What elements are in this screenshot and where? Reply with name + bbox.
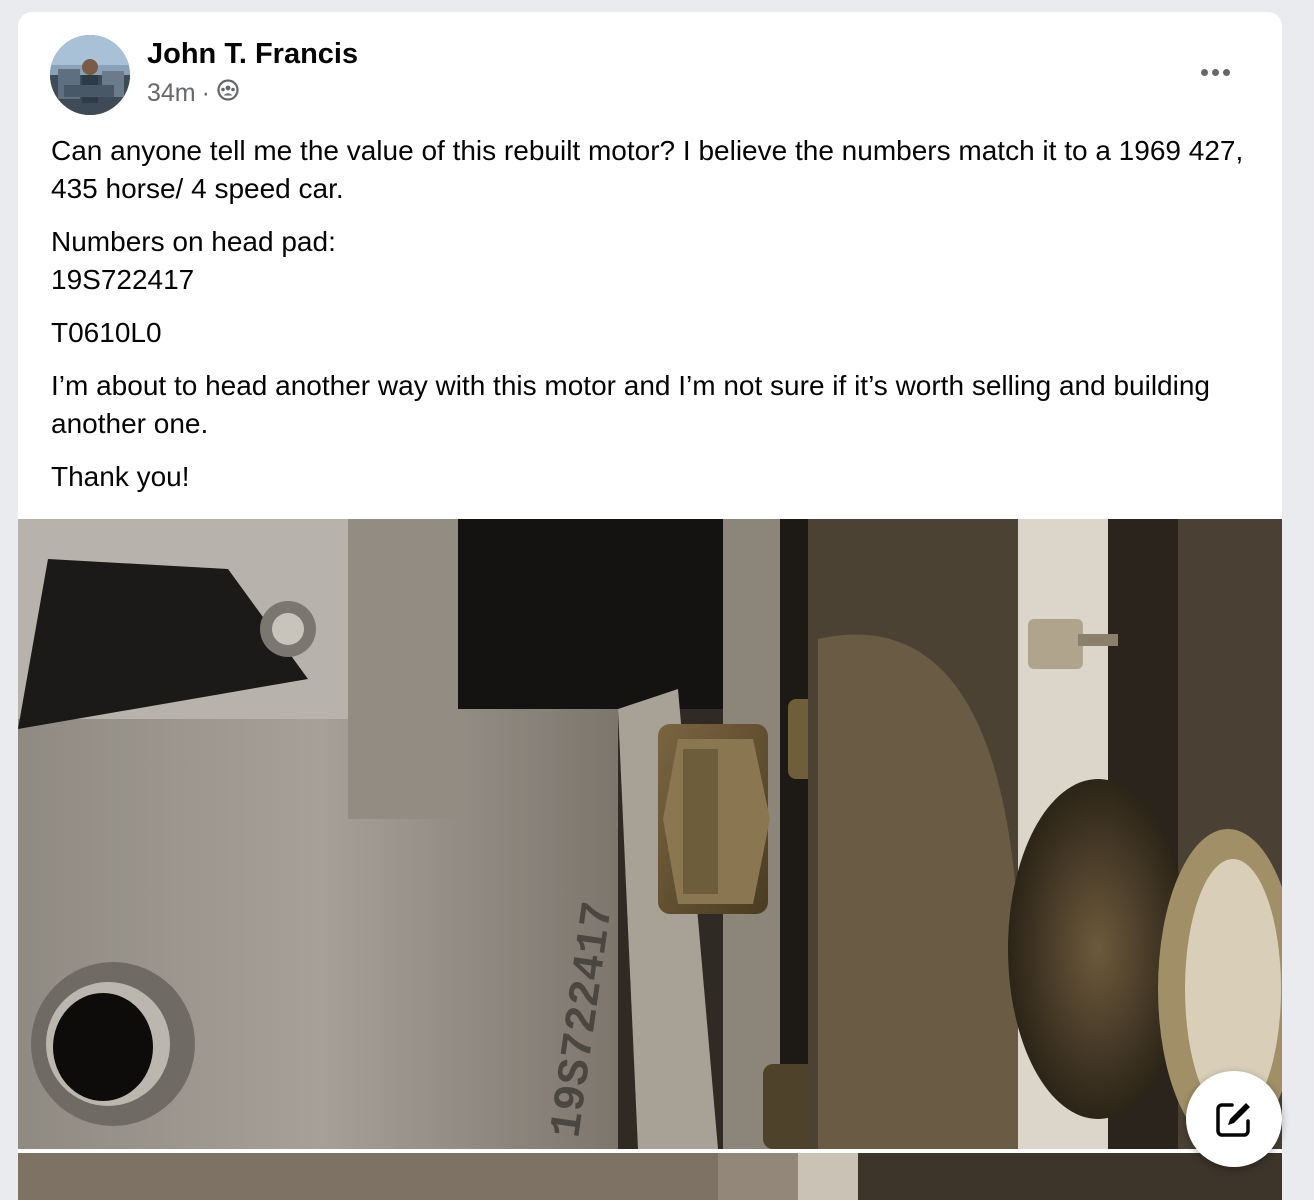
post-body: Can anyone tell me the value of this reb… [51,132,1251,511]
post-paragraph: 19S722417 [51,264,195,295]
post-time[interactable]: 34m [147,79,196,108]
post-meta: 34m · [147,78,240,109]
more-options-icon[interactable] [1190,52,1240,92]
post-paragraph: Thank you! [51,461,190,492]
engine-photo-image-second [18,1153,1282,1200]
post-card: John T. Francis 34m · Can anyone tell me… [18,12,1282,1200]
meta-separator: · [201,79,210,107]
post-paragraph: I’m about to head another way with this … [51,370,1210,439]
post-paragraph: Can anyone tell me the value of this reb… [51,135,1244,204]
post-photo[interactable]: 19S722417 [18,519,1282,1149]
group-icon [216,78,240,109]
post-paragraph: T0610L0 [51,317,162,348]
author-name[interactable]: John T. Francis [147,38,358,71]
post-line: Numbers on head pad: [51,226,336,257]
post-photo-second[interactable] [18,1153,1282,1200]
engine-photo-image: 19S722417 [18,519,1282,1149]
author-avatar[interactable] [50,35,130,115]
post-paragraph: Numbers on head pad: [51,223,1251,261]
post-header: John T. Francis 34m · [18,12,1282,122]
avatar-image [50,35,130,115]
compose-icon[interactable] [1186,1071,1282,1167]
